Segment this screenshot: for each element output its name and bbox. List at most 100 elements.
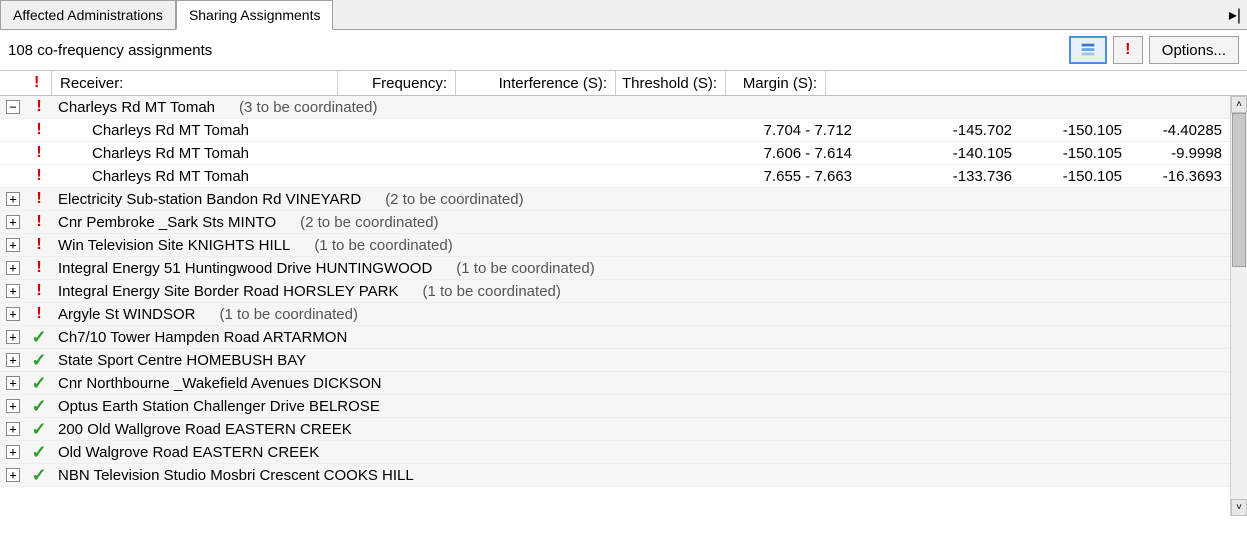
expand-toggle[interactable]: + [6,353,20,367]
expand-cell: + [0,353,26,367]
receiver-cell: Integral Energy 51 Huntingwood Drive HUN… [52,260,1230,277]
header-margin[interactable]: Margin (S): [726,71,826,95]
expand-toggle[interactable]: + [6,445,20,459]
expand-toggle[interactable]: + [6,261,20,275]
expand-cell: + [0,330,26,344]
status-cell: ! [26,213,52,231]
child-row[interactable]: !Charleys Rd MT Tomah7.655 - 7.663-133.7… [0,165,1230,188]
status-cell: ! [26,98,52,116]
frequency-cell: 7.704 - 7.712 [742,122,860,139]
coordination-note: (3 to be coordinated) [215,99,377,116]
vertical-scrollbar[interactable]: ˄ ˅ [1230,96,1247,516]
coordination-note: (1 to be coordinated) [432,260,594,277]
expand-cell: + [0,238,26,252]
toolbar: 108 co-frequency assignments ! Options..… [0,30,1247,70]
status-cell: ! [26,236,52,254]
group-row[interactable]: +✓200 Old Wallgrove Road EASTERN CREEK [0,418,1230,441]
coordination-note: (1 to be coordinated) [290,237,452,254]
status-cell: ✓ [26,373,52,394]
header-threshold[interactable]: Threshold (S): [616,71,726,95]
exclamation-icon: ! [36,98,41,116]
scroll-thumb[interactable] [1232,113,1246,267]
header-frequency[interactable]: Frequency: [338,71,456,95]
group-row[interactable]: + ✓ Old Walgrove Road EASTERN CREEK [0,441,1230,464]
expand-cell: + [0,192,26,206]
status-cell: ✓ [26,419,52,440]
scroll-track[interactable] [1231,113,1247,499]
expand-toggle[interactable]: + [6,238,20,252]
expand-cell: + [0,468,26,482]
interference-cell: -145.702 [860,122,1020,139]
tab-affected-administrations[interactable]: Affected Administrations [0,0,176,29]
group-row[interactable]: +!Integral Energy Site Border Road HORSL… [0,280,1230,303]
options-button[interactable]: Options... [1149,36,1239,64]
header-expand[interactable] [0,71,26,95]
exclamation-icon: ! [36,121,41,139]
expand-cell: + [0,215,26,229]
receiver-cell: NBN Television Studio Mosbri Crescent CO… [52,467,1230,484]
exclamation-icon: ! [1125,41,1130,59]
header-receiver[interactable]: Receiver: [52,71,338,95]
group-row[interactable]: +!Win Television Site KNIGHTS HILL(1 to … [0,234,1230,257]
expand-toggle[interactable]: + [6,468,20,482]
coordination-note: (1 to be coordinated) [398,283,560,300]
expand-toggle[interactable]: + [6,330,20,344]
interference-cell: -140.105 [860,145,1020,162]
expand-cell: + [0,261,26,275]
header-label: Frequency: [372,75,447,92]
expand-toggle[interactable]: + [6,399,20,413]
tab-scroll-right[interactable]: ▸| [1223,0,1247,29]
child-row[interactable]: !Charleys Rd MT Tomah7.606 - 7.614-140.1… [0,142,1230,165]
expand-toggle[interactable]: + [6,215,20,229]
header-label: Receiver: [60,75,123,92]
table-header: ! Receiver: Frequency: Interference (S):… [0,70,1247,96]
status-label: 108 co-frequency assignments [8,42,1063,59]
tab-sharing-assignments[interactable]: Sharing Assignments [176,0,334,30]
margin-cell: -9.9998 [1130,145,1230,162]
group-row[interactable]: −!Charleys Rd MT Tomah(3 to be coordinat… [0,96,1230,119]
expand-toggle[interactable]: + [6,307,20,321]
expand-toggle[interactable]: − [6,100,20,114]
group-row[interactable]: +!Cnr Pembroke _Sark Sts MINTO(2 to be c… [0,211,1230,234]
status-cell: ✓ [26,442,52,463]
header-status[interactable]: ! [26,71,52,95]
group-row[interactable]: +✓Ch7/10 Tower Hampden Road ARTARMON [0,326,1230,349]
group-row[interactable]: +✓NBN Television Studio Mosbri Crescent … [0,464,1230,487]
exclamation-icon: ! [34,74,39,92]
status-cell: ✓ [26,396,52,417]
receiver-cell: Electricity Sub-station Bandon Rd VINEYA… [52,191,1230,208]
group-row[interactable]: +✓Optus Earth Station Challenger Drive B… [0,395,1230,418]
warnings-filter-button[interactable]: ! [1113,36,1143,64]
expand-cell: + [0,376,26,390]
expand-cell: + [0,307,26,321]
interference-cell: -133.736 [860,168,1020,185]
receiver-cell: Integral Energy Site Border Road HORSLEY… [52,283,1230,300]
receiver-cell: Cnr Northbourne _Wakefield Avenues DICKS… [52,375,1230,392]
check-icon: ✓ [31,327,46,348]
expand-toggle[interactable]: + [6,192,20,206]
scroll-up-button[interactable]: ˄ [1231,96,1247,113]
exclamation-icon: ! [36,305,41,323]
filter-button[interactable] [1069,36,1107,64]
margin-cell: -4.40285 [1130,122,1230,139]
group-row[interactable]: +! Argyle St WINDSOR(1 to be coordinated) [0,303,1230,326]
group-row[interactable]: +✓State Sport Centre HOMEBUSH BAY [0,349,1230,372]
header-label: Margin (S): [743,75,817,92]
coordination-note: (1 to be coordinated) [196,306,358,323]
expand-toggle[interactable]: + [6,376,20,390]
header-interference[interactable]: Interference (S): [456,71,616,95]
header-label: Interference (S): [499,75,607,92]
child-row[interactable]: !Charleys Rd MT Tomah7.704 - 7.712-145.7… [0,119,1230,142]
group-row[interactable]: +!Integral Energy 51 Huntingwood Drive H… [0,257,1230,280]
chevron-up-icon: ˄ [1236,99,1242,110]
expand-toggle[interactable]: + [6,422,20,436]
group-row[interactable]: +!Electricity Sub-station Bandon Rd VINE… [0,188,1230,211]
group-row[interactable]: + ✓Cnr Northbourne _Wakefield Avenues DIC… [0,372,1230,395]
check-icon: ✓ [31,442,46,463]
expand-toggle[interactable]: + [6,284,20,298]
scroll-down-button[interactable]: ˅ [1231,499,1247,516]
receiver-cell: Cnr Pembroke _Sark Sts MINTO(2 to be coo… [52,214,1230,231]
receiver-cell: Old Walgrove Road EASTERN CREEK [52,444,1230,461]
receiver-cell: Argyle St WINDSOR(1 to be coordinated) [52,306,1230,323]
tab-label: Affected Administrations [13,7,163,23]
